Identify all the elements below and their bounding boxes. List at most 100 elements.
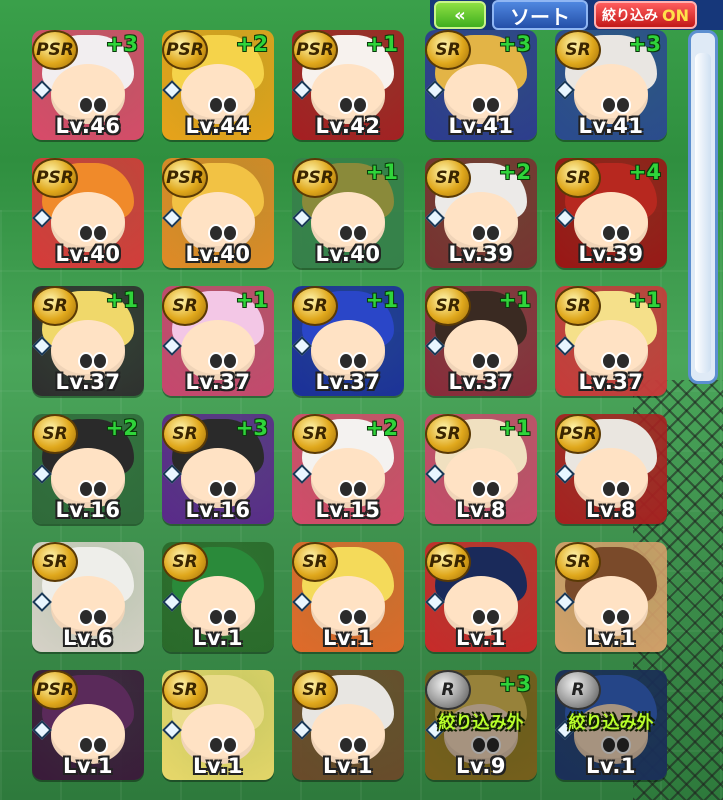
character-eye (222, 352, 239, 371)
player-card[interactable]: R +3 絞り込み外 Lv.9 (425, 670, 537, 780)
rarity-badge: SR (162, 414, 208, 454)
player-card[interactable]: SR Lv.1 (162, 670, 274, 780)
character-eye (222, 96, 239, 115)
card-level: Lv.41 (448, 114, 514, 138)
player-card[interactable]: PSR Lv.1 (32, 670, 144, 780)
card-level: Lv.1 (323, 754, 373, 778)
player-card[interactable]: PSR +2 Lv.44 (162, 30, 274, 140)
rarity-badge: SR (292, 670, 338, 710)
character-eye (77, 96, 94, 115)
character-eye (337, 480, 354, 499)
player-card[interactable]: SR +2 Lv.16 (32, 414, 144, 524)
player-card[interactable]: SR +3 Lv.41 (425, 30, 537, 140)
card-level: Lv.6 (63, 626, 113, 650)
character-eye (485, 224, 502, 243)
rarity-badge: SR (292, 542, 338, 582)
awakening-count: +3 (498, 672, 531, 696)
card-level: Lv.16 (55, 498, 121, 522)
card-level: Lv.9 (456, 754, 506, 778)
character-eye (600, 480, 617, 499)
character-eye (77, 736, 94, 755)
rarity-badge: SR (292, 286, 338, 326)
card-level: Lv.39 (448, 242, 514, 266)
player-card[interactable]: SR Lv.6 (32, 542, 144, 652)
card-level: Lv.1 (193, 626, 243, 650)
character-eye (337, 608, 354, 627)
player-card[interactable]: SR Lv.1 (292, 670, 404, 780)
rarity-badge: PSR (292, 30, 338, 70)
character-eye (470, 96, 487, 115)
rarity-badge: SR (555, 30, 601, 70)
card-level: Lv.40 (315, 242, 381, 266)
player-card[interactable]: SR +4 Lv.39 (555, 158, 667, 268)
awakening-count: +2 (105, 416, 138, 440)
card-level: Lv.37 (578, 370, 644, 394)
character-eye (207, 352, 224, 371)
character-eye (207, 480, 224, 499)
awakening-count: +2 (365, 416, 398, 440)
player-card[interactable]: SR +1 Lv.37 (425, 286, 537, 396)
character-eye (470, 352, 487, 371)
player-card[interactable]: PSR +3 Lv.46 (32, 30, 144, 140)
rarity-badge: R (555, 670, 601, 710)
player-card[interactable]: SR +1 Lv.37 (162, 286, 274, 396)
card-level: Lv.16 (185, 498, 251, 522)
player-card[interactable]: SR +1 Lv.8 (425, 414, 537, 524)
card-level: Lv.37 (185, 370, 251, 394)
player-card[interactable]: SR Lv.1 (292, 542, 404, 652)
rarity-badge: SR (32, 414, 78, 454)
awakening-count: +1 (365, 32, 398, 56)
player-card[interactable]: SR +1 Lv.37 (32, 286, 144, 396)
player-card[interactable]: PSR +1 Lv.42 (292, 30, 404, 140)
character-eye (615, 224, 632, 243)
character-eye (92, 224, 109, 243)
character-eye (77, 608, 94, 627)
player-card[interactable]: SR +3 Lv.41 (555, 30, 667, 140)
rarity-badge: PSR (162, 30, 208, 70)
player-card[interactable]: PSR Lv.8 (555, 414, 667, 524)
rarity-badge: SR (425, 30, 471, 70)
awakening-count: +1 (628, 288, 661, 312)
rarity-badge: SR (555, 542, 601, 582)
filter-excluded-label: 絞り込み外 (438, 713, 524, 733)
rarity-badge: SR (32, 542, 78, 582)
card-level: Lv.40 (185, 242, 251, 266)
rarity-badge: SR (162, 286, 208, 326)
character-eye (600, 224, 617, 243)
awakening-count: +3 (235, 416, 268, 440)
player-card[interactable]: R 絞り込み外 Lv.1 (555, 670, 667, 780)
rarity-badge: SR (425, 414, 471, 454)
rarity-badge: PSR (32, 158, 78, 198)
player-card[interactable]: PSR Lv.40 (32, 158, 144, 268)
player-card[interactable]: SR Lv.1 (555, 542, 667, 652)
rarity-badge: SR (425, 158, 471, 198)
character-eye (77, 352, 94, 371)
character-eye (352, 736, 369, 755)
player-card[interactable]: SR +1 Lv.37 (292, 286, 404, 396)
awakening-count: +1 (365, 160, 398, 184)
character-eye (485, 96, 502, 115)
rarity-badge: PSR (555, 414, 601, 454)
player-card[interactable]: PSR +1 Lv.40 (292, 158, 404, 268)
character-eye (352, 224, 369, 243)
card-level: Lv.15 (315, 498, 381, 522)
character-eye (615, 608, 632, 627)
character-eye (222, 608, 239, 627)
card-level: Lv.46 (55, 114, 121, 138)
card-level: Lv.41 (578, 114, 644, 138)
card-level: Lv.39 (578, 242, 644, 266)
player-card[interactable]: PSR Lv.40 (162, 158, 274, 268)
character-eye (470, 608, 487, 627)
card-level: Lv.37 (315, 370, 381, 394)
awakening-count: +3 (105, 32, 138, 56)
player-card[interactable]: PSR Lv.1 (425, 542, 537, 652)
card-level: Lv.1 (456, 626, 506, 650)
player-card[interactable]: SR +1 Lv.37 (555, 286, 667, 396)
card-level: Lv.1 (193, 754, 243, 778)
character-eye (92, 480, 109, 499)
player-card[interactable]: SR +2 Lv.39 (425, 158, 537, 268)
player-card[interactable]: SR +2 Lv.15 (292, 414, 404, 524)
player-card[interactable]: SR +3 Lv.16 (162, 414, 274, 524)
rarity-badge: R (425, 670, 471, 710)
player-card[interactable]: SR Lv.1 (162, 542, 274, 652)
